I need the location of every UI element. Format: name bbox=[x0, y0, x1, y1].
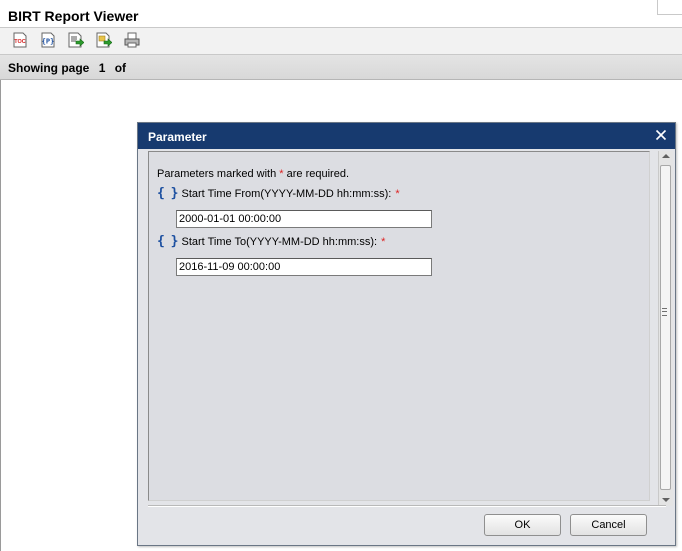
navigation-bar: Showing page 1 of bbox=[0, 55, 682, 80]
dialog-header: Parameter bbox=[138, 123, 675, 149]
parameter-dialog: Parameter Parameters marked with * are r… bbox=[137, 122, 676, 546]
parameter-brace-icon: { } bbox=[157, 234, 179, 249]
export-data-icon[interactable] bbox=[68, 32, 85, 48]
parameters-icon[interactable]: {P} bbox=[40, 32, 56, 48]
dialog-scrollbar[interactable] bbox=[658, 151, 673, 506]
param-label-start-time-from: { } Start Time From(YYYY-MM-DD hh:mm:ss)… bbox=[157, 186, 400, 201]
param-label-text: Start Time To(YYYY-MM-DD hh:mm:ss): bbox=[181, 235, 378, 248]
required-note: Parameters marked with * are required. bbox=[157, 168, 349, 180]
report-area-edge bbox=[0, 80, 4, 551]
page-status: Showing page 1 of bbox=[8, 61, 130, 75]
scroll-up-icon[interactable] bbox=[662, 154, 670, 158]
parameter-panel: Parameters marked with * are required. {… bbox=[148, 151, 650, 501]
toolbar: TOC {P} bbox=[0, 28, 682, 55]
scroll-down-icon[interactable] bbox=[662, 498, 670, 502]
param-label-text: Start Time From(YYYY-MM-DD hh:mm:ss): bbox=[181, 187, 392, 200]
export-report-icon[interactable] bbox=[96, 32, 113, 48]
svg-text:TOC: TOC bbox=[14, 39, 26, 45]
close-icon[interactable] bbox=[653, 127, 669, 143]
required-note-prefix: Parameters marked with bbox=[157, 168, 277, 180]
toc-icon[interactable]: TOC bbox=[12, 32, 28, 48]
ok-button[interactable]: OK bbox=[484, 514, 561, 536]
app-title: BIRT Report Viewer bbox=[8, 8, 139, 24]
current-page-number: 1 bbox=[98, 61, 106, 75]
title-bar-corner bbox=[657, 0, 682, 15]
required-marker: * bbox=[381, 235, 386, 248]
of-label: of bbox=[114, 61, 127, 75]
required-marker: * bbox=[279, 168, 284, 180]
svg-text:{P}: {P} bbox=[42, 38, 55, 46]
required-marker: * bbox=[395, 187, 400, 200]
scrollbar-grip-icon bbox=[662, 308, 667, 316]
app-title-bar: BIRT Report Viewer bbox=[0, 0, 682, 28]
required-note-suffix: are required. bbox=[286, 168, 349, 180]
dialog-title: Parameter bbox=[148, 130, 207, 144]
dialog-separator bbox=[148, 505, 666, 507]
print-icon[interactable] bbox=[124, 32, 140, 48]
start-time-to-input[interactable] bbox=[176, 258, 432, 276]
showing-page-label: Showing page bbox=[8, 61, 90, 75]
scrollbar-thumb[interactable] bbox=[660, 165, 671, 490]
start-time-from-input[interactable] bbox=[176, 210, 432, 228]
cancel-button[interactable]: Cancel bbox=[570, 514, 647, 536]
parameter-brace-icon: { } bbox=[157, 186, 179, 201]
param-label-start-time-to: { } Start Time To(YYYY-MM-DD hh:mm:ss): … bbox=[157, 234, 385, 249]
